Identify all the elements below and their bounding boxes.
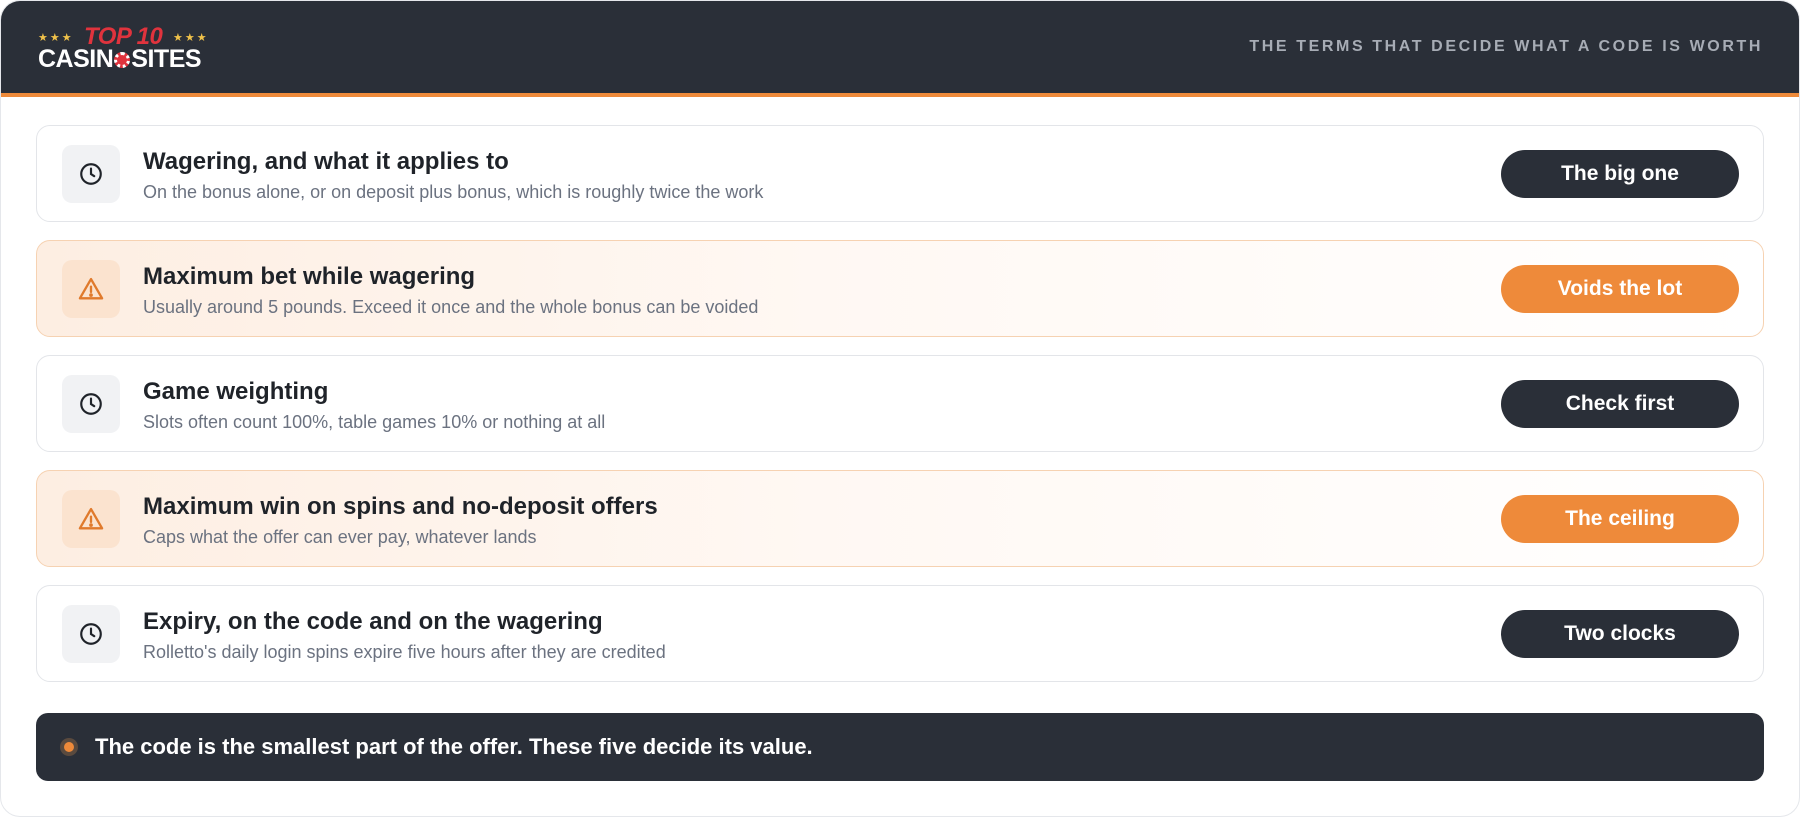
term-row-wagering: Wagering, and what it applies to On the … bbox=[36, 125, 1764, 222]
term-title: Maximum win on spins and no-deposit offe… bbox=[143, 493, 658, 520]
clock-icon bbox=[62, 145, 120, 203]
logo-stars-left: ★★★ bbox=[38, 32, 74, 44]
term-title: Maximum bet while wagering bbox=[143, 263, 476, 290]
warning-icon bbox=[62, 490, 120, 548]
clock-icon bbox=[62, 605, 120, 663]
site-logo[interactable]: ★★★ TOP 10 ★★★ CASIN SITES bbox=[38, 23, 223, 74]
term-badge-button[interactable]: Check first bbox=[1501, 380, 1739, 428]
logo-stars-right: ★★★ bbox=[173, 32, 209, 44]
term-title: Game weighting bbox=[143, 378, 329, 405]
term-row-game-weighting: Game weighting Slots often count 100%, t… bbox=[36, 355, 1764, 452]
logo-bottom-left: CASIN bbox=[38, 45, 114, 73]
warning-icon bbox=[62, 260, 120, 318]
term-subtitle: Slots often count 100%, table games 10% … bbox=[143, 412, 606, 432]
summary-text: The code is the smallest part of the off… bbox=[95, 734, 813, 759]
term-subtitle: On the bonus alone, or on deposit plus b… bbox=[143, 182, 764, 202]
terms-card: ★★★ TOP 10 ★★★ CASIN SITES THE TERMS THAT… bbox=[0, 0, 1800, 817]
term-row-max-win: Maximum win on spins and no-deposit offe… bbox=[36, 470, 1764, 567]
term-subtitle: Rolletto's daily login spins expire five… bbox=[143, 642, 666, 662]
term-title: Expiry, on the code and on the wagering bbox=[143, 608, 603, 635]
term-row-expiry: Expiry, on the code and on the wagering … bbox=[36, 585, 1764, 682]
bullet-dot-icon bbox=[60, 738, 78, 756]
logo-bottom-right: SITES bbox=[131, 45, 202, 73]
logo-bottom-text: CASIN SITES bbox=[38, 45, 202, 74]
summary-footer: The code is the smallest part of the off… bbox=[36, 713, 1764, 781]
term-subtitle: Caps what the offer can ever pay, whatev… bbox=[143, 527, 537, 547]
header-bar: ★★★ TOP 10 ★★★ CASIN SITES THE TERMS THAT… bbox=[1, 1, 1799, 97]
header-tagline: THE TERMS THAT DECIDE WHAT A CODE IS WOR… bbox=[1249, 38, 1763, 55]
term-badge-button[interactable]: Voids the lot bbox=[1501, 265, 1739, 313]
term-badge-button[interactable]: The ceiling bbox=[1501, 495, 1739, 543]
term-badge-button[interactable]: Two clocks bbox=[1501, 610, 1739, 658]
term-row-max-bet: Maximum bet while wagering Usually aroun… bbox=[36, 240, 1764, 337]
term-badge-button[interactable]: The big one bbox=[1501, 150, 1739, 198]
term-title: Wagering, and what it applies to bbox=[143, 148, 509, 175]
clock-icon bbox=[62, 375, 120, 433]
casino-chip-icon bbox=[114, 52, 131, 68]
term-subtitle: Usually around 5 pounds. Exceed it once … bbox=[143, 297, 759, 317]
